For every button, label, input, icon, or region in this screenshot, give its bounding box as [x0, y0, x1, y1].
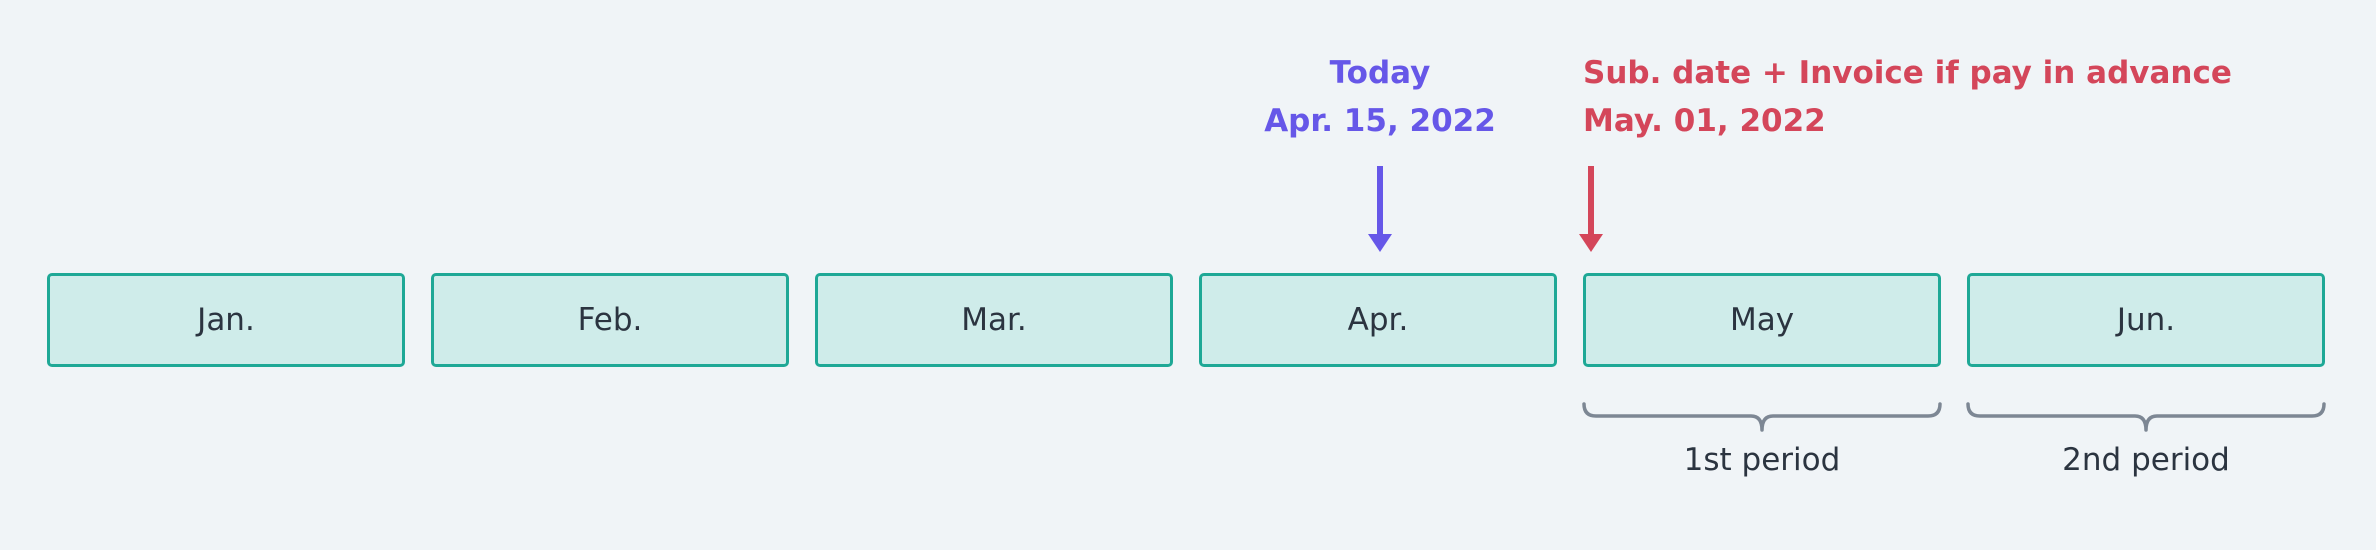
month-box-jun: Jun. [1967, 273, 2325, 367]
first-period-brace [1582, 402, 1942, 432]
subscription-arrow [1579, 166, 1603, 252]
month-box-may: May [1583, 273, 1941, 367]
month-box-feb: Feb. [431, 273, 789, 367]
today-arrow [1368, 166, 1392, 252]
month-box-jan: Jan. [47, 273, 405, 367]
first-period-label: 1st period [1683, 442, 1841, 478]
second-period-brace [1966, 402, 2326, 432]
month-box-apr: Apr. [1199, 273, 1557, 367]
second-period-label: 2nd period [2062, 442, 2230, 478]
month-box-mar: Mar. [815, 273, 1173, 367]
